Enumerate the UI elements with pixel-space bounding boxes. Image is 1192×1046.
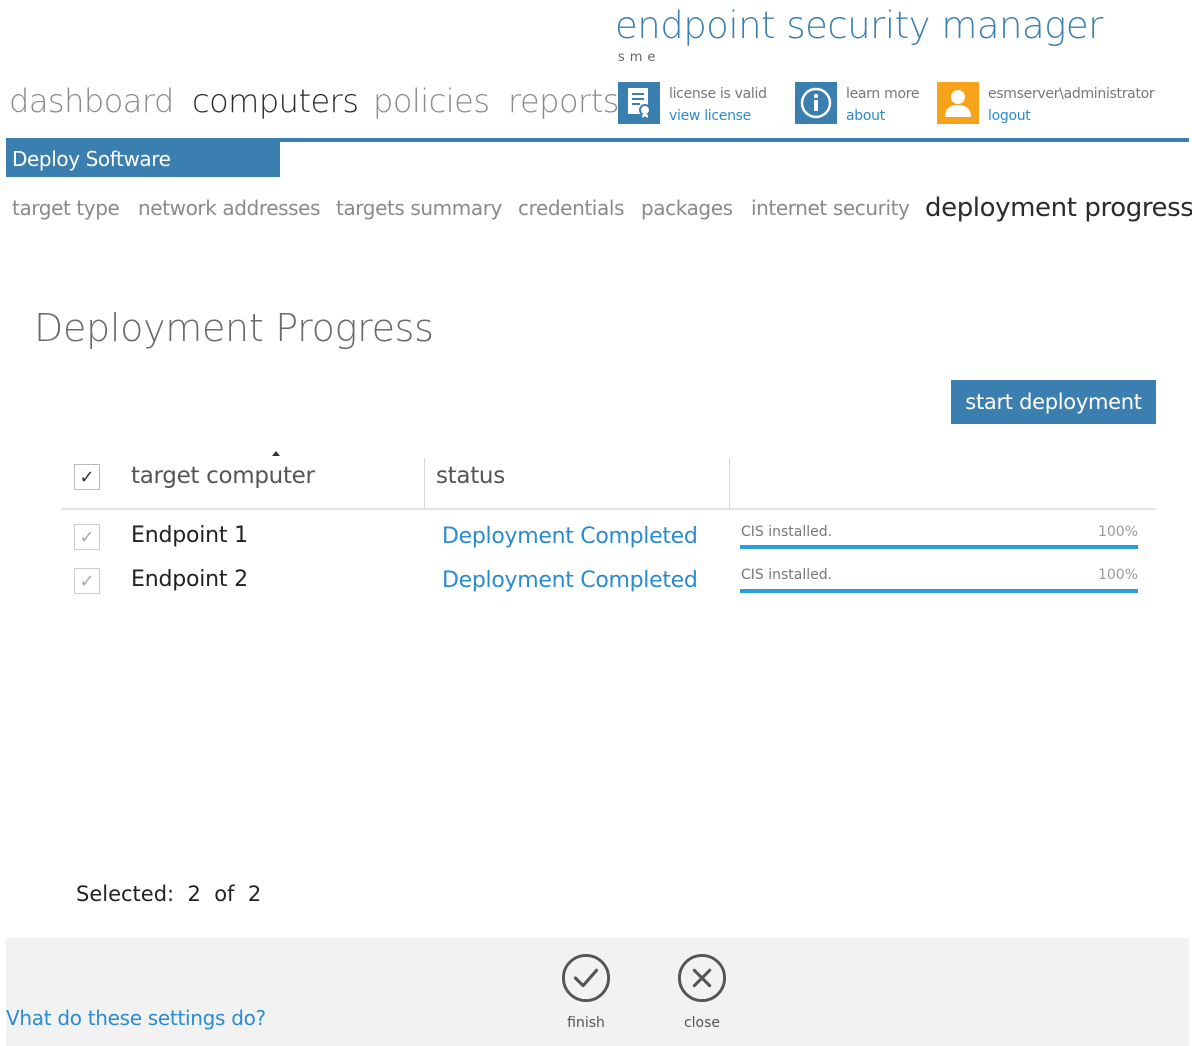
username-text: esmserver\administrator: [988, 86, 1155, 102]
nav-dashboard[interactable]: dashboard: [9, 82, 174, 120]
progress-bar: [740, 545, 1138, 549]
table-header-rule: [62, 508, 1156, 510]
row-progress-percent: 100%: [1097, 567, 1138, 583]
close-button[interactable]: close: [662, 953, 742, 1031]
row-status[interactable]: Deployment Completed: [442, 568, 698, 593]
finish-label: finish: [567, 1015, 605, 1031]
checkmark-icon: ✓: [79, 466, 95, 488]
nav-reports[interactable]: reports: [508, 82, 619, 120]
row-checkbox[interactable]: ✓: [74, 524, 100, 550]
learn-more-text: learn more: [846, 86, 920, 102]
step-target-type[interactable]: target type: [12, 196, 120, 220]
selected-count: 2: [187, 882, 201, 906]
step-network-addresses[interactable]: network addresses: [138, 196, 320, 220]
license-status: license is valid: [669, 86, 767, 102]
row-progress-percent: 100%: [1097, 524, 1138, 540]
select-all-checkbox[interactable]: ✓: [74, 464, 100, 490]
step-internet-security[interactable]: internet security: [751, 196, 910, 220]
step-credentials[interactable]: credentials: [518, 196, 624, 220]
progress-bar-fill: [740, 589, 1138, 593]
step-targets-summary[interactable]: targets summary: [336, 196, 502, 220]
sort-ascending-icon: [272, 451, 280, 456]
about-link[interactable]: about: [846, 105, 919, 127]
view-license-link[interactable]: view license: [669, 105, 767, 127]
close-label: close: [683, 1015, 721, 1031]
user-icon[interactable]: [937, 82, 979, 124]
finish-button[interactable]: finish: [546, 953, 626, 1031]
check-circle-icon: [561, 953, 611, 1003]
help-link[interactable]: Vhat do these settings do?: [6, 1006, 266, 1030]
column-header-status[interactable]: status: [436, 463, 505, 489]
column-separator[interactable]: [424, 458, 425, 508]
selected-of: of: [214, 882, 235, 906]
row-progress-label: CIS installed.: [741, 524, 833, 540]
progress-bar: [740, 589, 1138, 593]
checkmark-icon: ✓: [79, 570, 95, 592]
page-title: Deployment Progress: [34, 306, 434, 350]
selected-total: 2: [247, 882, 262, 906]
logout-link[interactable]: logout: [988, 105, 1154, 127]
progress-bar-fill: [740, 545, 1138, 549]
nav-policies[interactable]: policies: [373, 82, 490, 120]
app-subtitle: sme: [618, 50, 661, 65]
row-checkbox[interactable]: ✓: [74, 568, 100, 594]
nav-computers[interactable]: computers: [192, 82, 359, 120]
start-deployment-button[interactable]: start deployment: [951, 380, 1156, 424]
row-status[interactable]: Deployment Completed: [442, 524, 698, 549]
wizard-title-tab: Deploy Software: [6, 141, 280, 177]
info-icon[interactable]: [795, 82, 837, 124]
row-target-computer: Endpoint 1: [131, 523, 248, 548]
row-progress-label: CIS installed.: [741, 567, 833, 583]
selection-summary: Selected: 2 of 2: [76, 882, 261, 906]
certificate-icon[interactable]: [618, 82, 660, 124]
row-target-computer: Endpoint 2: [131, 567, 248, 592]
user-block: esmserver\administrator logout: [988, 83, 1155, 127]
license-block: license is valid view license: [669, 83, 767, 127]
about-block: learn more about: [846, 83, 919, 127]
step-packages[interactable]: packages: [641, 196, 733, 220]
step-deployment-progress[interactable]: deployment progress: [925, 193, 1192, 223]
column-separator[interactable]: [729, 458, 730, 508]
app-title: endpoint security manager: [615, 4, 1103, 47]
selected-label: Selected:: [76, 882, 175, 906]
checkmark-icon: ✓: [79, 526, 95, 548]
column-header-target-computer[interactable]: target computer: [131, 463, 315, 489]
close-circle-icon: [677, 953, 727, 1003]
